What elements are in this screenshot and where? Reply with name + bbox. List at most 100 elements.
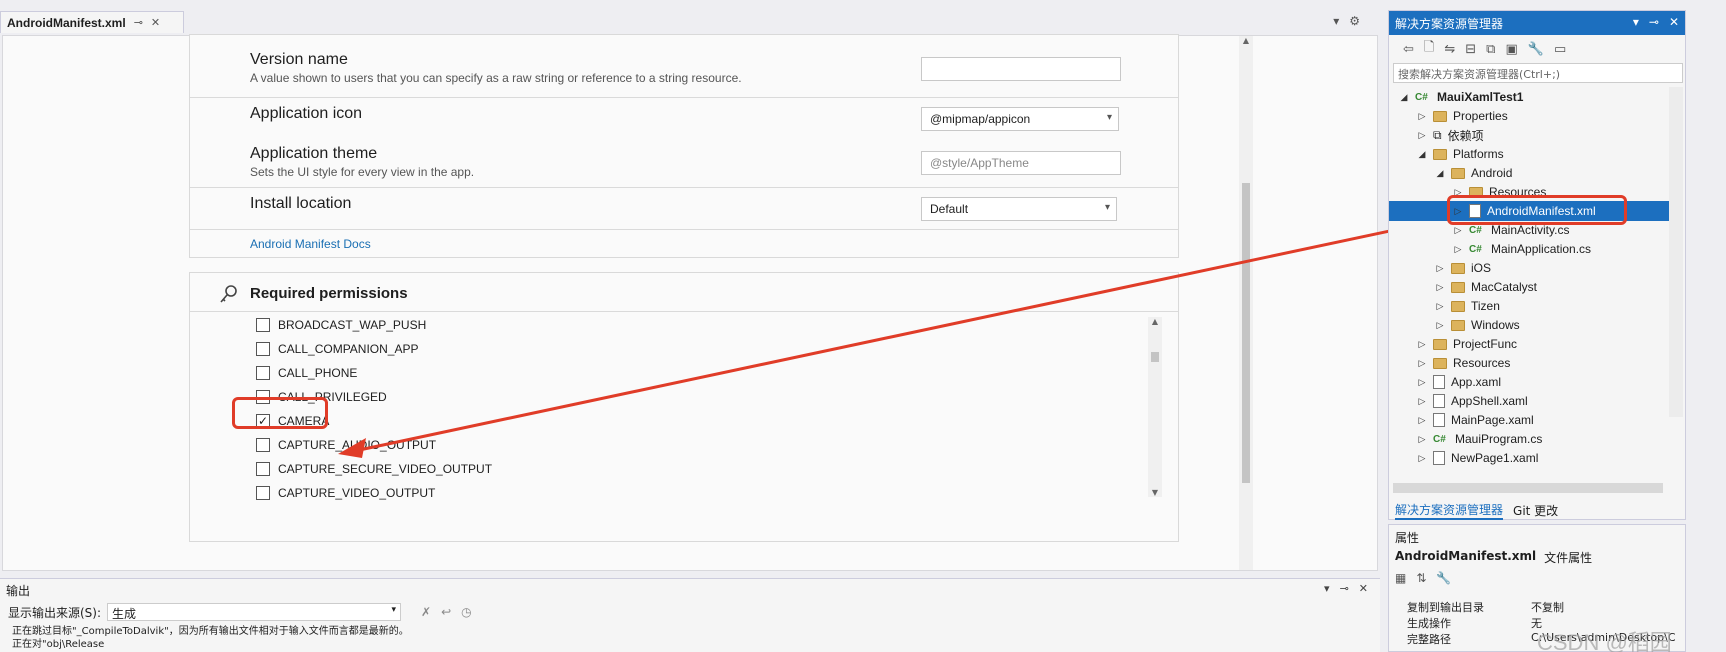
tree-item-label: AppShell.xaml [1451, 394, 1528, 408]
sync-icon[interactable]: ⇋ [1444, 42, 1455, 57]
collapsed-icon[interactable]: ▷ [1417, 396, 1427, 407]
editor-scrollbar[interactable]: ▲ [1239, 36, 1253, 570]
tree-item[interactable]: ▷ C# MauiProgram.cs [1389, 429, 1669, 449]
tree-item-label: MainPage.xaml [1451, 413, 1534, 427]
collapsed-icon[interactable]: ▷ [1417, 377, 1427, 388]
word-wrap-icon[interactable]: ↩ [441, 605, 451, 619]
editor-scroll-thumb[interactable] [1242, 183, 1250, 483]
expanded-icon[interactable]: ◢ [1399, 92, 1409, 103]
tree-item[interactable]: ▷ ProjectFunc [1389, 334, 1669, 354]
permission-item[interactable]: CAPTURE_SECURE_VIDEO_OUTPUT [256, 459, 492, 479]
collapsed-icon[interactable]: ▷ [1435, 320, 1445, 331]
output-close-icon[interactable]: ✕ [1359, 582, 1368, 595]
install-location-select[interactable]: Default [921, 197, 1117, 221]
collapsed-icon[interactable]: ▷ [1435, 282, 1445, 293]
tree-item[interactable]: ▷ iOS [1389, 258, 1669, 278]
app-theme-input[interactable]: @style/AppTheme [921, 151, 1121, 175]
collapsed-icon[interactable]: ▷ [1417, 415, 1427, 426]
permission-checkbox[interactable] [256, 462, 270, 476]
panel-close-icon[interactable]: ✕ [1669, 15, 1679, 29]
permission-checkbox[interactable] [256, 438, 270, 452]
collapsed-icon[interactable]: ▷ [1417, 434, 1427, 445]
collapsed-icon[interactable]: ▷ [1417, 130, 1427, 141]
scroll-up-icon[interactable]: ▲ [1148, 317, 1162, 326]
tab-androidmanifest[interactable]: AndroidManifest.xml ⊸ ✕ [0, 11, 184, 33]
output-pin-icon[interactable]: ⊸ [1340, 582, 1349, 595]
property-value[interactable]: 不复制 [1531, 599, 1564, 615]
permission-checkbox[interactable] [256, 366, 270, 380]
collapsed-icon[interactable]: ▷ [1417, 339, 1427, 350]
tree-item[interactable]: ◢ Platforms [1389, 144, 1669, 164]
show-all-files-icon[interactable]: ▣ [1505, 42, 1517, 57]
tree-item[interactable]: ◢ Android [1389, 163, 1669, 183]
collapsed-icon[interactable]: ▷ [1417, 111, 1427, 122]
expanded-icon[interactable]: ◢ [1435, 168, 1445, 179]
panel-menu-icon[interactable]: ▾ [1633, 15, 1639, 29]
tree-item[interactable]: ▷ Tizen [1389, 296, 1669, 316]
editor-tab-strip: AndroidManifest.xml ⊸ ✕ ▾ ⚙ [0, 0, 1366, 36]
clock-icon[interactable]: ◷ [461, 605, 471, 619]
expanded-icon[interactable]: ◢ [1417, 149, 1427, 160]
tree-item[interactable]: ▷ C# MainActivity.cs [1389, 220, 1669, 240]
permissions-title: Required permissions [250, 285, 408, 302]
pin-icon[interactable]: ⊸ [134, 16, 143, 29]
permission-item[interactable]: BROADCAST_WAP_PUSH [256, 315, 426, 335]
permission-checkbox[interactable] [256, 342, 270, 356]
property-row[interactable]: 复制到输出目录 不复制 [1407, 599, 1683, 615]
application-settings-card: Version name A value shown to users that… [189, 34, 1179, 258]
tree-scrollbar[interactable] [1669, 87, 1683, 417]
collapsed-icon[interactable]: ▷ [1435, 301, 1445, 312]
tree-item[interactable]: ▷ MacCatalyst [1389, 277, 1669, 297]
tree-item[interactable]: ◢ C# MauiXamlTest1 [1389, 87, 1669, 107]
panel-pin-icon[interactable]: ⊸ [1649, 15, 1659, 29]
collapsed-icon[interactable]: ▷ [1417, 453, 1427, 464]
collapsed-icon[interactable]: ▷ [1435, 263, 1445, 274]
copy-icon[interactable]: ⧉ [1486, 42, 1495, 57]
permissions-scrollbar[interactable]: ▲ ▼ [1148, 317, 1162, 497]
collapsed-icon[interactable]: ▷ [1453, 244, 1463, 255]
app-icon-select[interactable]: @mipmap/appicon [921, 107, 1119, 131]
collapsed-icon[interactable]: ▷ [1453, 225, 1463, 236]
scroll-down-icon[interactable]: ▼ [1148, 488, 1162, 497]
tab-git-changes[interactable]: Git 更改 [1513, 502, 1558, 519]
manifest-docs-link[interactable]: Android Manifest Docs [250, 237, 371, 251]
back-icon[interactable]: ⇦ [1403, 42, 1414, 57]
version-name-input[interactable] [921, 57, 1121, 81]
solution-search-input[interactable]: 搜索解决方案资源管理器(Ctrl+;) [1393, 63, 1683, 83]
tree-item[interactable]: ▷ NewPage1.xaml [1389, 448, 1669, 468]
tree-item[interactable]: ▷ AppShell.xaml [1389, 391, 1669, 411]
permission-item[interactable]: CAPTURE_VIDEO_OUTPUT [256, 483, 435, 503]
permission-item[interactable]: CALL_COMPANION_APP [256, 339, 419, 359]
tree-item[interactable]: ▷ ⧉ 依赖项 [1389, 125, 1669, 145]
alphabetical-icon[interactable]: ⇅ [1416, 571, 1426, 585]
editor-scroll-up-icon[interactable]: ▲ [1239, 36, 1253, 45]
permission-item[interactable]: CALL_PHONE [256, 363, 357, 383]
tree-item[interactable]: ▷ C# MainApplication.cs [1389, 239, 1669, 259]
tree-item[interactable]: ▷ MainPage.xaml [1389, 410, 1669, 430]
output-menu-icon[interactable]: ▾ [1324, 582, 1330, 595]
permission-item[interactable]: CAPTURE_AUDIO_OUTPUT [256, 435, 436, 455]
property-pages-icon[interactable]: 🔧 [1436, 571, 1451, 585]
permission-checkbox[interactable] [256, 486, 270, 500]
preview-icon[interactable]: ▭ [1554, 42, 1566, 57]
categorized-icon[interactable]: ▦ [1395, 571, 1406, 585]
tab-solution-explorer[interactable]: 解决方案资源管理器 [1395, 501, 1504, 520]
tree-item[interactable]: ▷ App.xaml [1389, 372, 1669, 392]
tree-item[interactable]: ▷ Properties [1389, 106, 1669, 126]
tree-item[interactable]: ▷ Resources [1389, 353, 1669, 373]
solution-explorer-toolbar: ⇦ 🗋 ⇋ ⊟ ⧉ ▣ 🔧 ▭ [1389, 35, 1685, 63]
scroll-thumb[interactable] [1151, 352, 1159, 362]
close-icon[interactable]: ✕ [151, 16, 160, 29]
output-source-select[interactable]: 生成 ▾ [107, 603, 402, 621]
tree-hscrollbar[interactable] [1393, 483, 1663, 493]
clear-all-icon[interactable]: ✗ [421, 605, 431, 619]
permission-checkbox[interactable] [256, 318, 270, 332]
wrench-icon[interactable]: 🔧 [1528, 42, 1544, 57]
gear-icon[interactable]: ⚙ [1349, 14, 1360, 28]
new-file-icon[interactable]: 🗋 [1424, 38, 1434, 60]
collapsed-icon[interactable]: ▷ [1417, 358, 1427, 369]
tab-list-dropdown-icon[interactable]: ▾ [1333, 14, 1339, 28]
csharp-icon: C# [1415, 91, 1428, 103]
collapse-all-icon[interactable]: ⊟ [1465, 42, 1476, 57]
tree-item[interactable]: ▷ Windows [1389, 315, 1669, 335]
